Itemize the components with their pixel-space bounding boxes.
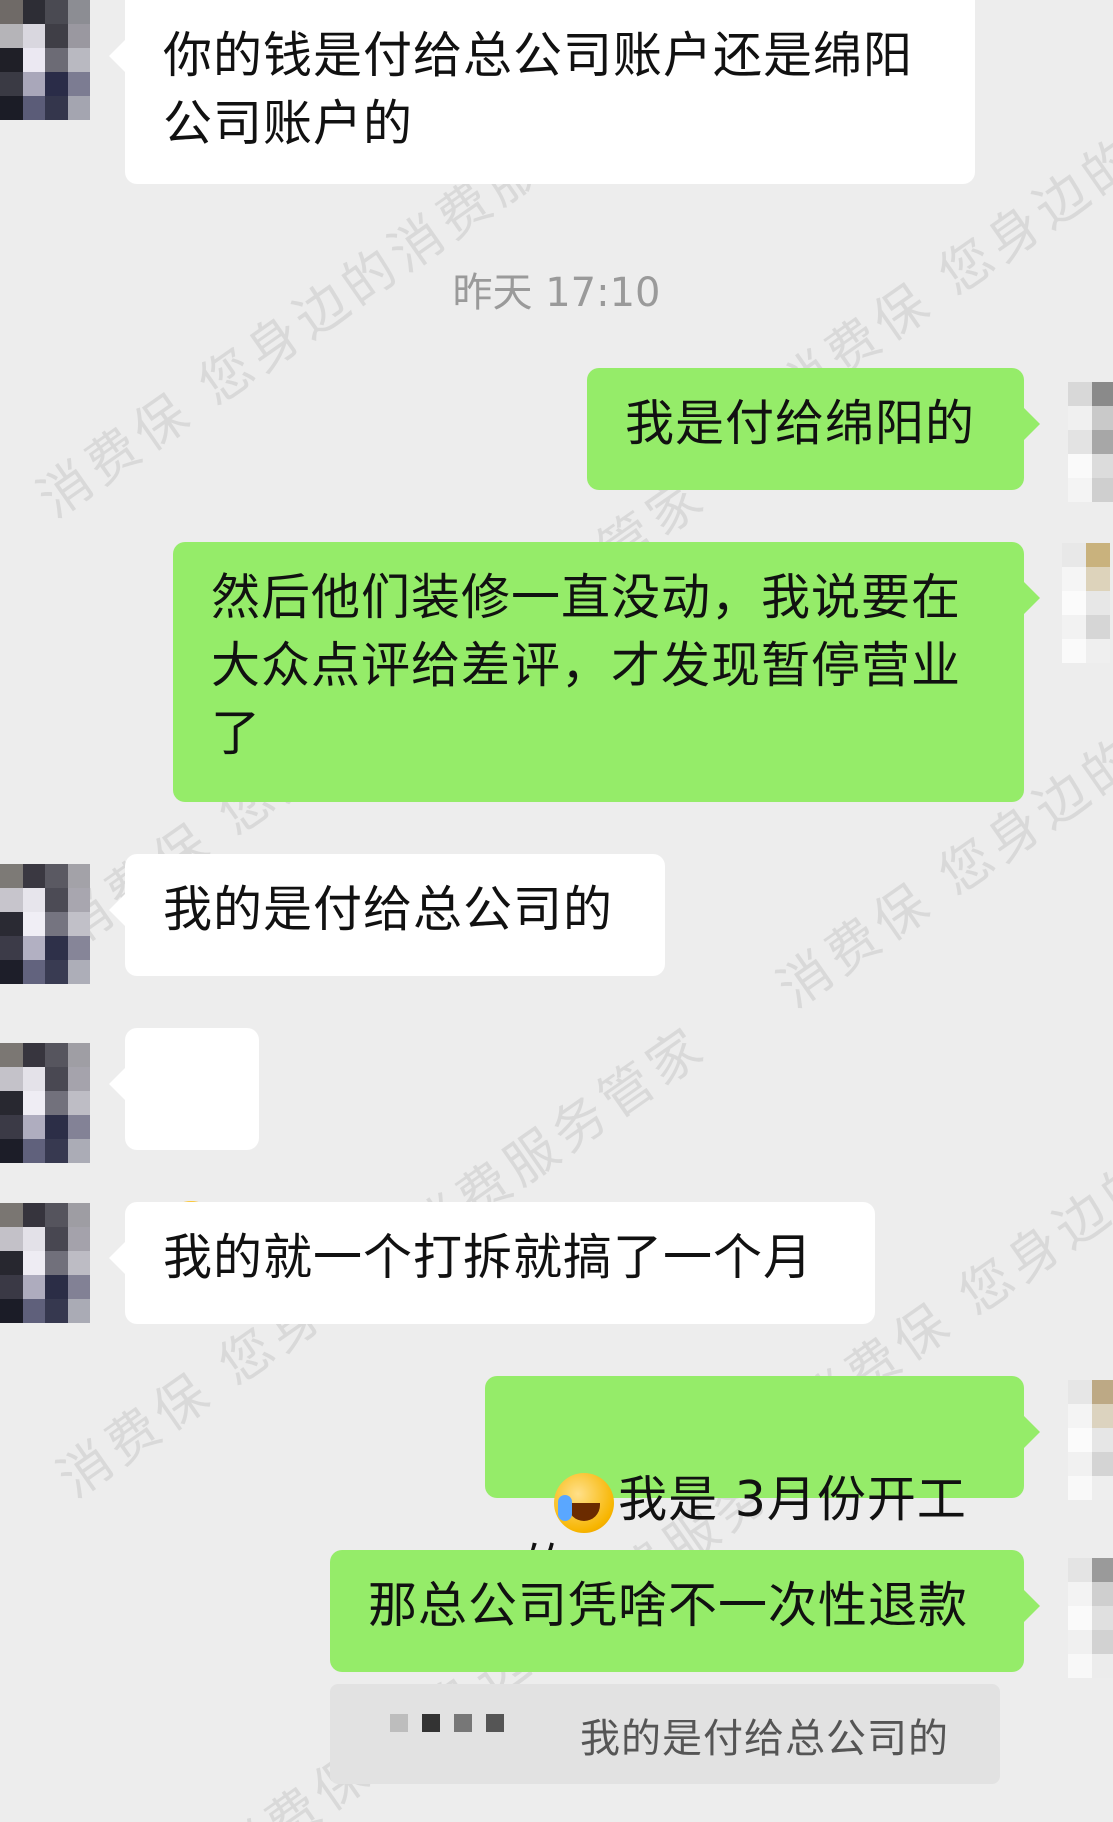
my-avatar[interactable] [1068, 1380, 1113, 1500]
quoted-sender-placeholder [390, 1714, 504, 1732]
contact-avatar[interactable] [0, 864, 90, 984]
contact-avatar[interactable] [0, 1043, 90, 1163]
quoted-message[interactable]: 我的是付给总公司的 [330, 1684, 1000, 1784]
outgoing-message[interactable]: 那总公司凭啥不一次性退款 [330, 1550, 1040, 1672]
crying-face-emoji-icon [554, 1472, 615, 1533]
incoming-message[interactable]: 我的是付给总公司的 [109, 854, 665, 976]
my-avatar[interactable] [1068, 382, 1113, 502]
outgoing-message[interactable]: 我是付给绵阳的 [587, 368, 1040, 490]
incoming-message[interactable]: 你的钱是付给总公司账户还是绵阳公司账户的 [109, 0, 975, 184]
timestamp: 昨天 17:10 [452, 270, 661, 316]
outgoing-message[interactable]: 我是 3月份开工的 [485, 1376, 1040, 1596]
my-avatar[interactable] [1068, 1558, 1113, 1678]
incoming-message[interactable] [109, 1028, 259, 1261]
incoming-message[interactable]: 我的就一个打拆就搞了一个月 [109, 1202, 875, 1324]
contact-avatar[interactable] [0, 1203, 90, 1323]
quoted-message-text: 我的是付给总公司的 [580, 1716, 949, 1762]
outgoing-message[interactable]: 然后他们装修一直没动，我说要在大众点评给差评，才发现暂停营业了 [173, 542, 1040, 802]
contact-avatar[interactable] [0, 0, 90, 120]
my-avatar[interactable] [1062, 543, 1110, 663]
watermark: 消费保 您身边的消费服务管家 [787, 945, 1113, 1440]
